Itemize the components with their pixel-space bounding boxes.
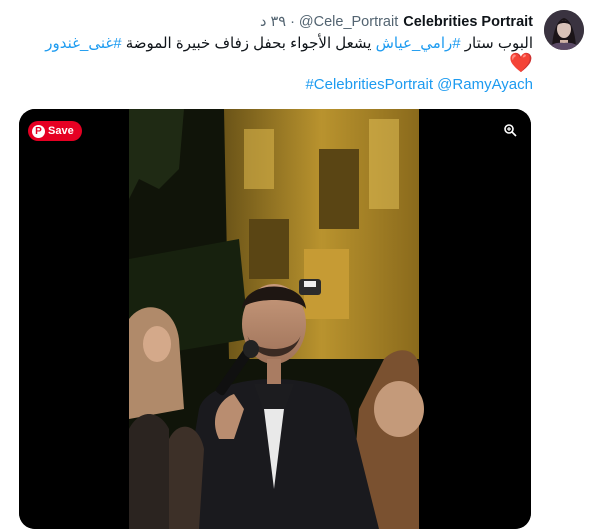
hashtag-ghina-ghandour[interactable]: #غنى_غندور	[45, 35, 121, 52]
tweet-header: ٣٩ د · @Cele_Portrait Celebrities Portra…	[260, 12, 533, 32]
timestamp[interactable]: ٣٩ د	[260, 14, 286, 30]
save-label: Save	[48, 125, 74, 137]
pinterest-save-button[interactable]: P Save	[28, 121, 82, 141]
hashtag-celebrities-portrait[interactable]: #CelebritiesPortrait	[305, 76, 433, 93]
media-video[interactable]: P Save	[19, 109, 531, 529]
hashtag-ramy-ayach[interactable]: #رامي_عياش	[376, 35, 461, 52]
video-frame	[19, 109, 531, 529]
tweet-text: البوب ستار #رامي_عياش يشعل الأجواء بحفل …	[33, 34, 533, 94]
avatar[interactable]	[544, 10, 584, 50]
author-handle[interactable]: @Cele_Portrait	[299, 14, 398, 30]
text-segment: البوب ستار	[460, 35, 533, 52]
zoom-icon[interactable]	[501, 121, 519, 139]
tweet-card[interactable]: ٣٩ د · @Cele_Portrait Celebrities Portra…	[0, 0, 589, 529]
avatar-image	[544, 10, 584, 50]
mention-ramy-ayach[interactable]: @RamyAyach	[437, 76, 533, 93]
text-segment: يشعل الأجواء بحفل زفاف خبيرة الموضة	[121, 35, 376, 52]
separator-dot: ·	[290, 14, 295, 30]
pinterest-icon: P	[32, 124, 45, 138]
tweet-text-line: #CelebritiesPortrait @RamyAyach	[33, 75, 533, 94]
author-display-name[interactable]: Celebrities Portrait	[403, 14, 533, 30]
heart-emoji: ❤️	[509, 53, 533, 74]
tweet-text-line: البوب ستار #رامي_عياش يشعل الأجواء بحفل …	[33, 34, 533, 53]
